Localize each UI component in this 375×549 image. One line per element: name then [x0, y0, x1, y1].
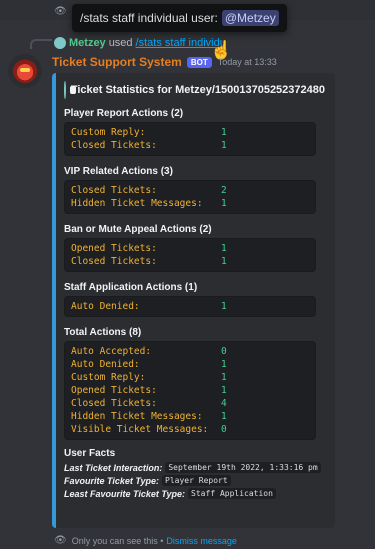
bot-avatar[interactable] — [8, 54, 42, 88]
stat-label: Visible Ticket Messages: — [71, 424, 209, 435]
field-name: Ban or Mute Appeal Actions (2) — [64, 224, 212, 235]
ephemeral-notice: Only you can see this • — [71, 535, 164, 546]
eye-icon: 👁 — [54, 535, 67, 546]
stat-value: 1 — [221, 359, 227, 370]
stat-label: Auto Denied: — [71, 301, 140, 312]
code-block: Auto Denied: 1 — [64, 296, 316, 317]
stat-row: Closed Tickets: 1 — [71, 139, 309, 152]
message-timestamp[interactable]: Today at 13:33 — [218, 57, 277, 67]
stat-value: 1 — [221, 243, 227, 254]
field-name: Staff Application Actions (1) — [64, 282, 198, 293]
fact-label: Least Favourite Ticket Type: — [64, 488, 186, 499]
stat-row: Closed Tickets: 2 — [71, 184, 309, 197]
stat-value: 4 — [221, 398, 227, 409]
embed-title: Ticket Statistics for Metzey/15001370525… — [64, 81, 325, 99]
stat-row: Opened Tickets: 1 — [71, 384, 309, 397]
reply-connector — [30, 39, 52, 49]
code-block: Closed Tickets: 2 Hidden Ticket Messages: 1 — [64, 180, 316, 214]
stat-value: 1 — [221, 140, 227, 151]
stat-value: 1 — [221, 256, 227, 267]
stat-value: 1 — [221, 411, 227, 422]
stat-label: Hidden Ticket Messages: — [71, 411, 203, 422]
stat-row: Opened Tickets: 1 — [71, 242, 309, 255]
field-name: User Facts — [64, 448, 116, 459]
command-tooltip: /stats staff individual user: @Metzey — [72, 4, 287, 32]
field-name: Player Report Actions (2) — [64, 108, 184, 119]
fact-label: Last Ticket Interaction: — [64, 462, 163, 473]
stat-row: Hidden Ticket Messages: 1 — [71, 410, 309, 423]
ephemeral-footer: 👁 Only you can see this • Dismiss messag… — [54, 535, 237, 546]
stat-value: 1 — [221, 385, 227, 396]
code-block: Auto Accepted: 0 Auto Denied: 1 Custom Reply… — [64, 341, 316, 440]
stat-value: 0 — [221, 346, 227, 357]
user-mention[interactable]: @Metzey — [221, 10, 279, 26]
stat-value: 1 — [221, 198, 227, 209]
stat-row: Visible Ticket Messages: 0 — [71, 423, 309, 436]
fact-row: Last Ticket Interaction: September 19th 2… — [64, 462, 325, 473]
stat-row: Hidden Ticket Messages: 1 — [71, 197, 309, 210]
stat-row: Custom Reply: 1 — [71, 126, 309, 139]
stat-row: Custom Reply: 1 — [71, 371, 309, 384]
fact-row: Favourite Ticket Type: Player Report — [64, 475, 325, 486]
stat-value: 0 — [221, 424, 227, 435]
fact-value: Staff Application — [188, 488, 276, 499]
stat-value: 2 — [221, 185, 227, 196]
stat-label: Custom Reply: — [71, 372, 146, 383]
bot-username[interactable]: Ticket Support System — [52, 55, 182, 69]
fact-value: September 19th 2022, 1:33:16 pm — [165, 462, 321, 473]
stats-embed: Ticket Statistics for Metzey/15001370525… — [52, 73, 335, 528]
stat-label: Closed Tickets: — [71, 256, 157, 267]
user-mini-avatar[interactable] — [54, 37, 66, 49]
stat-label: Hidden Ticket Messages: — [71, 198, 203, 209]
stat-label: Closed Tickets: — [71, 398, 157, 409]
stat-label: Opened Tickets: — [71, 243, 157, 254]
user-facts: User Facts Last Ticket Interaction: Septe… — [64, 448, 325, 499]
message-header: Ticket Support System BOT Today at 13:33 — [52, 55, 277, 69]
stat-label: Opened Tickets: — [71, 385, 157, 396]
field-name: Total Actions (8) — [64, 327, 142, 338]
eye-icon: 👁 — [54, 6, 67, 17]
command-reply-header: Metzey used /stats staff individu — [54, 37, 226, 49]
stat-label: Closed Tickets: — [71, 140, 157, 151]
dismiss-message-link[interactable]: Dismiss message — [166, 536, 237, 546]
reply-username[interactable]: Metzey — [69, 37, 106, 49]
fact-value: Player Report — [162, 475, 231, 486]
fact-row: Least Favourite Ticket Type: Staff Applic… — [64, 488, 325, 499]
stat-label: Custom Reply: — [71, 127, 146, 138]
field-name: VIP Related Actions (3) — [64, 166, 173, 177]
stat-row: Auto Accepted: 0 — [71, 345, 309, 358]
tooltip-text: /stats staff individual user: — [80, 11, 218, 25]
stat-row: Auto Denied: 1 — [71, 300, 309, 313]
embed-title-text: Ticket Statistics for Metzey/15001370525… — [70, 84, 325, 96]
bot-badge: BOT — [186, 56, 212, 68]
reply-used-text: used — [108, 37, 133, 49]
stat-value: 1 — [221, 372, 227, 383]
embed-fields: Player Report Actions (2) Custom Reply: 1 C… — [64, 108, 325, 440]
stat-row: Closed Tickets: 4 — [71, 397, 309, 410]
lion-logo-icon — [13, 59, 37, 83]
user-facts-list: Last Ticket Interaction: September 19th 2… — [64, 462, 325, 499]
stat-value: 1 — [221, 301, 227, 312]
stat-label: Auto Denied: — [71, 359, 140, 370]
stat-label: Closed Tickets: — [71, 185, 157, 196]
code-block: Custom Reply: 1 Closed Tickets: 1 — [64, 122, 316, 156]
stat-value: 1 — [221, 127, 227, 138]
ticket-stats-icon — [64, 81, 75, 99]
stat-row: Auto Denied: 1 — [71, 358, 309, 371]
fact-label: Favourite Ticket Type: — [64, 475, 160, 486]
code-block: Opened Tickets: 1 Closed Tickets: 1 — [64, 238, 316, 272]
stat-row: Closed Tickets: 1 — [71, 255, 309, 268]
stat-label: Auto Accepted: — [71, 346, 152, 357]
